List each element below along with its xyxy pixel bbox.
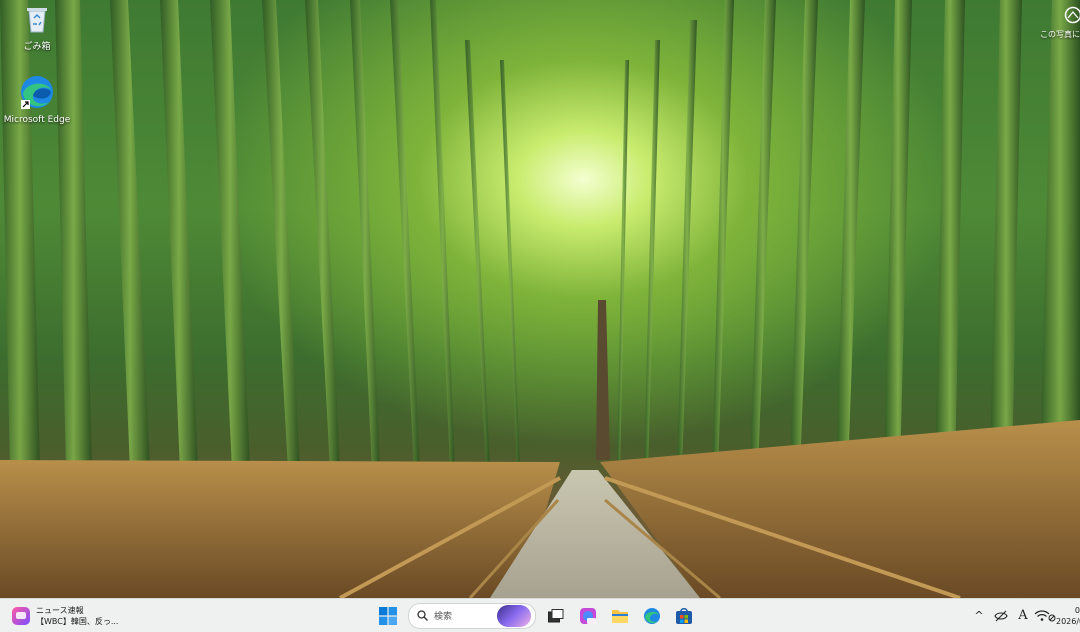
edge-taskbar-button[interactable]: [639, 603, 665, 629]
taskbar: ニュース速報 【WBC】韓国、反っ... 検索: [0, 598, 1080, 632]
edge-icon: [2, 74, 72, 113]
ime-mode-label: A: [1018, 608, 1027, 623]
file-explorer-icon: [611, 608, 629, 624]
show-hidden-icons-button[interactable]: ^: [968, 604, 990, 628]
desktop-icon-label: ごみ箱: [23, 42, 50, 52]
desktop-wallpaper: [0, 0, 1080, 598]
news-widget-icon: [12, 607, 30, 625]
windows-logo-icon: [379, 607, 397, 625]
store-icon: [675, 607, 693, 625]
system-tray: ^ A 0 2026/03: [968, 602, 1080, 629]
search-placeholder: 検索: [434, 609, 452, 622]
desktop-icon-recycle-bin[interactable]: ごみ箱: [2, 4, 72, 52]
news-widget[interactable]: ニュース速報 【WBC】韓国、反っ...: [12, 603, 118, 629]
notifications-off-button[interactable]: [990, 604, 1012, 628]
copilot-icon: [579, 607, 597, 625]
chevron-up-icon: ^: [974, 609, 983, 622]
bamboo-forest-image: [0, 0, 1080, 598]
desktop-icon-photo-info[interactable]: この写真についての情: [1040, 6, 1080, 40]
file-explorer-button[interactable]: [607, 603, 633, 629]
wifi-icon: [1034, 609, 1056, 623]
network-volume-button[interactable]: [1034, 604, 1056, 628]
taskbar-center: 検索: [372, 602, 700, 629]
start-button[interactable]: [375, 603, 401, 629]
edge-icon: [643, 607, 661, 625]
desktop-icon-edge[interactable]: Microsoft Edge: [2, 74, 72, 125]
copilot-button[interactable]: [575, 603, 601, 629]
taskbar-search-box[interactable]: 検索: [408, 603, 536, 629]
desktop-icon-label: Microsoft Edge: [4, 115, 70, 125]
store-button[interactable]: [671, 603, 697, 629]
clock-date: 2026/03: [1056, 616, 1080, 627]
taskbar-clock[interactable]: 0 2026/03: [1056, 605, 1080, 627]
recycle-bin-icon: [2, 4, 72, 37]
search-icon: [417, 610, 428, 621]
clock-time: 0: [1056, 605, 1080, 616]
search-highlight-image: [497, 605, 531, 627]
news-widget-headline: 【WBC】韓国、反っ...: [36, 616, 118, 627]
task-view-button[interactable]: [543, 603, 569, 629]
news-widget-title: ニュース速報: [36, 605, 118, 616]
desktop-icon-label: この写真についての情: [1040, 30, 1080, 39]
eye-off-icon: [994, 609, 1008, 623]
task-view-icon: [548, 609, 564, 623]
ime-indicator[interactable]: A: [1012, 604, 1034, 628]
clock-widget-icon: [1064, 6, 1080, 27]
